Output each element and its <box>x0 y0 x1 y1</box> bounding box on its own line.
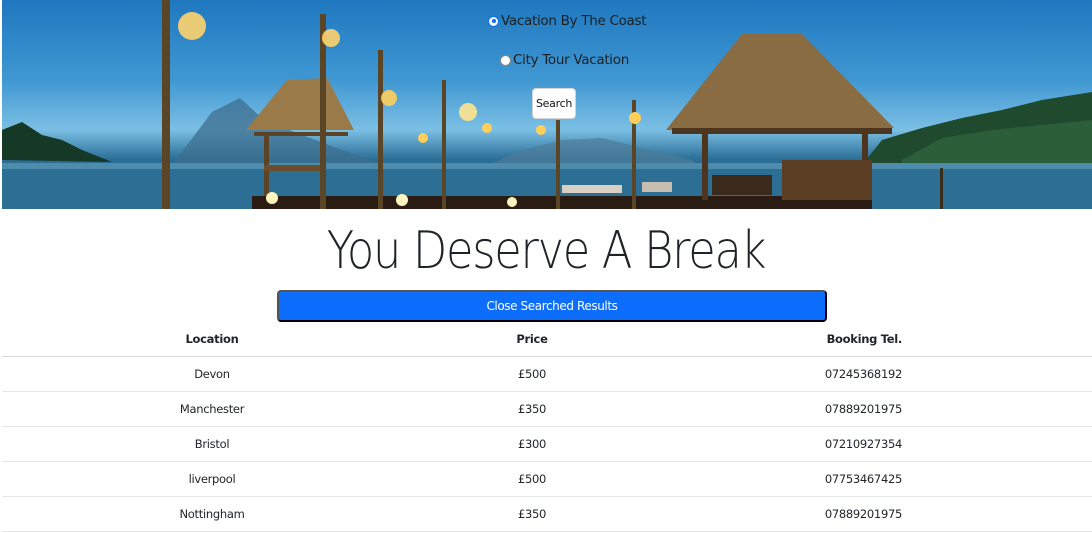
cell-location: Devon <box>2 356 422 392</box>
option-city-tour-vacation[interactable]: City Tour Vacation <box>500 52 629 68</box>
cell-location: liverpool <box>2 461 422 497</box>
table-row: Manchester £350 07889201975 <box>2 391 1092 427</box>
cell-location: Bristol <box>2 426 422 462</box>
cell-location: Nottingham <box>2 496 422 532</box>
cell-booking-tel: 07753467425 <box>642 461 1092 497</box>
close-searched-results-button[interactable]: Close Searched Results <box>277 290 827 322</box>
cell-price: £300 <box>422 426 642 462</box>
table-header-row: Location Price Booking Tel. <box>2 322 1092 357</box>
table-row: Nottingham £350 07889201975 <box>2 496 1092 532</box>
table-row: Devon £500 07245368192 <box>2 356 1092 392</box>
cell-price: £350 <box>422 496 642 532</box>
cell-price: £500 <box>422 461 642 497</box>
cell-location: Manchester <box>2 391 422 427</box>
table-row: liverpool £500 07753467425 <box>2 461 1092 497</box>
cell-booking-tel: 07889201975 <box>642 391 1092 427</box>
column-header-location: Location <box>2 322 422 357</box>
results-table: Location Price Booking Tel. Devon £500 0… <box>2 322 1092 532</box>
option-label: City Tour Vacation <box>513 52 629 68</box>
column-header-booking-tel: Booking Tel. <box>642 322 1092 357</box>
radio-unchecked-icon[interactable] <box>500 54 511 66</box>
column-header-price: Price <box>422 322 642 357</box>
cell-booking-tel: 07245368192 <box>642 356 1092 392</box>
cell-booking-tel: 07889201975 <box>642 496 1092 532</box>
option-vacation-by-the-coast[interactable]: Vacation By The Coast <box>488 13 647 29</box>
option-label: Vacation By The Coast <box>501 13 647 29</box>
cell-booking-tel: 07210927354 <box>642 426 1092 462</box>
cell-price: £500 <box>422 356 642 392</box>
page-title: You Deserve A Break <box>326 221 767 281</box>
cell-price: £350 <box>422 391 642 427</box>
radio-checked-icon[interactable] <box>488 15 499 27</box>
hero-banner: Vacation By The Coast City Tour Vacation… <box>2 0 1092 209</box>
table-row: Bristol £300 07210927354 <box>2 426 1092 462</box>
search-button[interactable]: Search <box>532 88 576 119</box>
